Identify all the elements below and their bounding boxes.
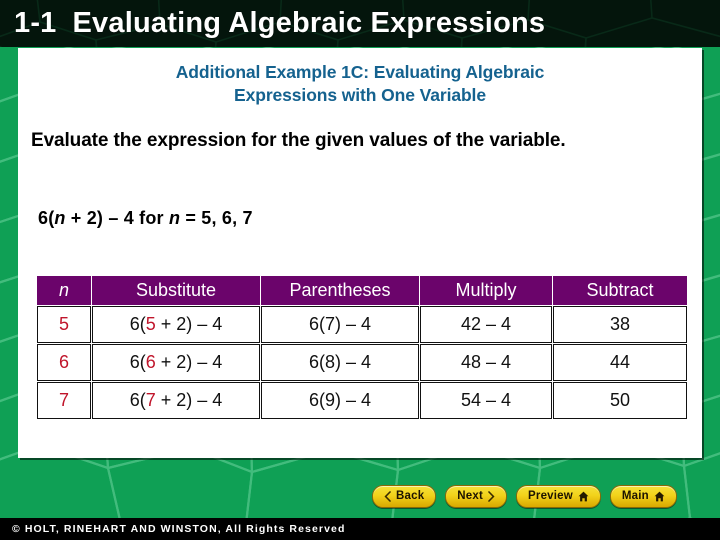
substitute-suffix: + 2) – 4	[155, 352, 223, 372]
expression-variable-2: n	[168, 208, 181, 228]
navigation-bar: Back Next Preview Main	[372, 484, 702, 508]
instruction-text: Evaluate the expression for the given va…	[31, 130, 566, 151]
substitute-prefix: 6(	[129, 352, 146, 372]
next-button[interactable]: Next	[445, 484, 508, 508]
subtitle-line-2: Expressions with One Variable	[234, 85, 486, 105]
cell-multiply: 42 – 4	[420, 306, 552, 343]
table-header-row: n Substitute Parentheses Multiply Subtra…	[37, 276, 687, 305]
lesson-number: 1-1	[14, 7, 57, 39]
substitute-prefix: 6(	[129, 314, 146, 334]
substitute-value: 5	[145, 314, 156, 334]
column-header-substitute: Substitute	[92, 276, 260, 305]
expression-middle: + 2) – 4 for	[65, 208, 169, 228]
cell-substitute: 6(6 + 2) – 4	[92, 344, 260, 381]
expression-suffix: = 5, 6, 7	[180, 208, 253, 228]
column-header-n: n	[37, 276, 91, 305]
cell-parentheses: 6(7) – 4	[261, 306, 419, 343]
cell-substitute: 6(7 + 2) – 4	[92, 382, 260, 419]
chevron-left-icon	[384, 490, 391, 502]
expression-prefix: 6(	[38, 208, 55, 228]
example-subtitle: Additional Example 1C: Evaluating Algebr…	[40, 61, 680, 107]
column-header-subtract: Subtract	[553, 276, 687, 305]
next-button-label: Next	[457, 490, 484, 502]
cell-multiply: 48 – 4	[420, 344, 552, 381]
column-header-multiply: Multiply	[420, 276, 552, 305]
title-bar: 1-1 Evaluating Algebraic Expressions	[0, 0, 720, 47]
table-row: 5 6(5 + 2) – 4 6(7) – 4 42 – 4 38	[37, 306, 687, 343]
cell-multiply: 54 – 4	[420, 382, 552, 419]
cell-parentheses: 6(8) – 4	[261, 344, 419, 381]
cell-parentheses: 6(9) – 4	[261, 382, 419, 419]
home-icon	[654, 491, 665, 502]
substitute-suffix: + 2) – 4	[155, 390, 223, 410]
cell-subtract: 38	[553, 306, 687, 343]
main-button-label: Main	[621, 490, 649, 502]
home-icon	[578, 491, 589, 502]
cell-n: 6	[37, 344, 91, 381]
back-button-label: Back	[396, 490, 425, 502]
footer-bar: © HOLT, RINEHART AND WINSTON, All Rights…	[0, 518, 720, 540]
slide-canvas: 1-1 Evaluating Algebraic Expressions Addi…	[0, 0, 720, 540]
calculation-table: n Substitute Parentheses Multiply Subtra…	[36, 275, 688, 420]
page-title: 1-1 Evaluating Algebraic Expressions	[14, 2, 545, 44]
copyright-text: © HOLT, RINEHART AND WINSTON, All Rights…	[12, 523, 346, 535]
subtitle-line-1: Additional Example 1C: Evaluating Algebr…	[175, 62, 545, 82]
substitute-prefix: 6(	[129, 390, 146, 410]
substitute-value: 6	[145, 352, 156, 372]
preview-button-label: Preview	[528, 490, 573, 502]
preview-button[interactable]: Preview	[516, 484, 601, 508]
expression-line: 6(n + 2) – 4 for n = 5, 6, 7	[38, 208, 253, 229]
chevron-right-icon	[488, 490, 495, 502]
column-header-parentheses: Parentheses	[261, 276, 419, 305]
expression-variable-1: n	[54, 208, 66, 228]
back-button[interactable]: Back	[372, 484, 437, 508]
substitute-value: 7	[145, 390, 156, 410]
table-row: 6 6(6 + 2) – 4 6(8) – 4 48 – 4 44	[37, 344, 687, 381]
cell-substitute: 6(5 + 2) – 4	[92, 306, 260, 343]
main-button[interactable]: Main	[609, 484, 677, 508]
lesson-title: Evaluating Algebraic Expressions	[72, 7, 546, 39]
cell-n: 5	[37, 306, 91, 343]
cell-n: 7	[37, 382, 91, 419]
substitute-suffix: + 2) – 4	[155, 314, 223, 334]
content-panel: Additional Example 1C: Evaluating Algebr…	[18, 48, 702, 458]
calculation-table-wrapper: n Substitute Parentheses Multiply Subtra…	[36, 275, 688, 420]
cell-subtract: 50	[553, 382, 687, 419]
cell-subtract: 44	[553, 344, 687, 381]
table-row: 7 6(7 + 2) – 4 6(9) – 4 54 – 4 50	[37, 382, 687, 419]
